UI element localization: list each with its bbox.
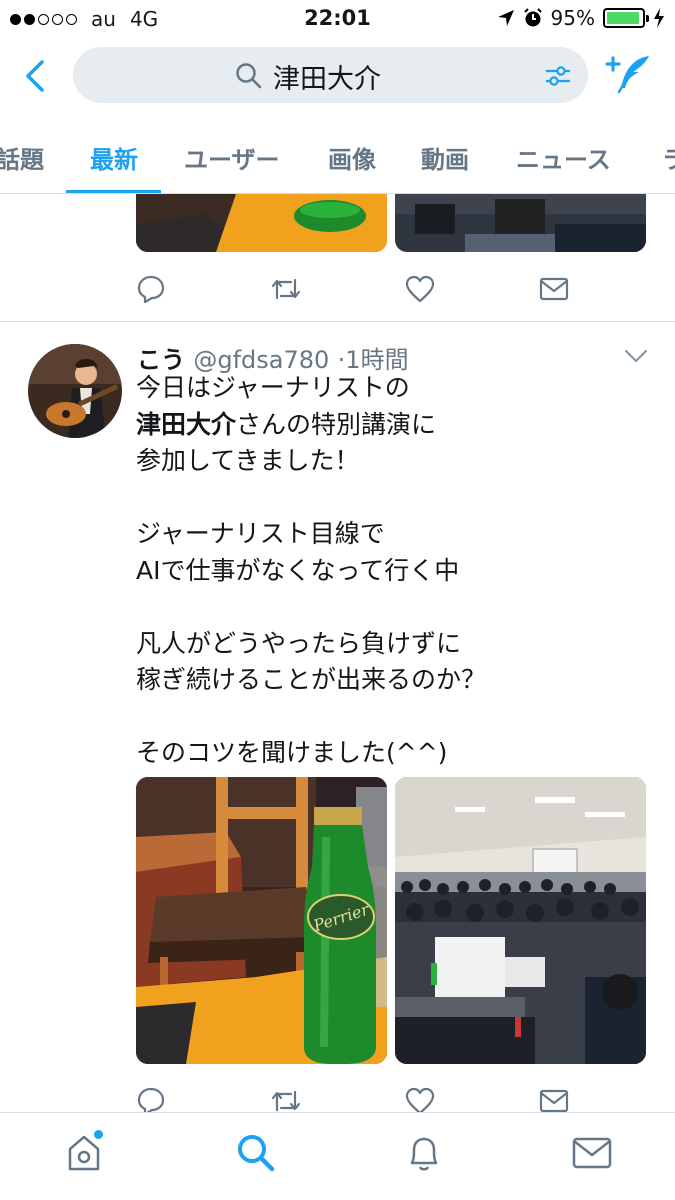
tweet-line: 今日はジャーナリストの bbox=[136, 373, 410, 402]
battery-icon bbox=[603, 8, 649, 28]
location-icon bbox=[497, 10, 514, 26]
search-term-highlight: 津田大介 bbox=[136, 409, 237, 439]
tweet-line: 凡人がどうやったら負けずに bbox=[136, 628, 462, 658]
chevron-down-icon[interactable] bbox=[623, 348, 649, 364]
alarm-icon bbox=[523, 8, 542, 27]
compose-icon[interactable] bbox=[605, 52, 653, 96]
heart-icon[interactable] bbox=[404, 274, 436, 304]
tweet-line: 稼ぎ続けることが出来るのか？ bbox=[136, 665, 487, 694]
tweet-line bbox=[136, 699, 636, 736]
chevron-left-icon[interactable] bbox=[18, 54, 54, 98]
tweet-line bbox=[136, 480, 636, 517]
tab-users[interactable]: ユーザー bbox=[184, 140, 280, 175]
tab-news[interactable]: ニュース bbox=[516, 140, 611, 175]
tweet-photo[interactable]: Perrier bbox=[136, 777, 387, 1064]
charging-icon bbox=[654, 8, 664, 28]
bell-icon[interactable] bbox=[402, 1131, 446, 1175]
tab-bar bbox=[0, 1112, 675, 1200]
tweet-line: 津田大介さんの特別講演に bbox=[136, 409, 437, 439]
battery-percent: 95% bbox=[550, 6, 595, 30]
tweet-line: ジャーナリスト目線で bbox=[136, 519, 385, 548]
tweet-photo[interactable] bbox=[395, 194, 646, 252]
tweet-photo[interactable] bbox=[395, 777, 646, 1064]
mail-icon[interactable] bbox=[538, 274, 570, 304]
search-tabs: 話題 最新 ユーザー 画像 動画 ニュース ラ bbox=[0, 114, 675, 194]
notification-dot bbox=[94, 1130, 103, 1139]
search-input[interactable]: 津田大介 bbox=[73, 47, 588, 103]
search-header: 津田大介 bbox=[0, 38, 675, 114]
tab-trending[interactable]: 話題 bbox=[0, 140, 44, 175]
retweet-icon[interactable] bbox=[269, 274, 303, 304]
tweet-line: そのコツを聞けました(^^) bbox=[136, 738, 448, 767]
tweet[interactable]: こう @gfdsa780 ·1時間 今日はジャーナリストの 津田大介さんの特別講演… bbox=[0, 322, 675, 1116]
tweet-previous[interactable] bbox=[0, 194, 675, 322]
tab-latest[interactable]: 最新 bbox=[90, 140, 138, 175]
search-icon bbox=[236, 63, 262, 89]
tweet-line bbox=[136, 589, 636, 626]
tab-more[interactable]: ラ bbox=[662, 140, 675, 175]
tab-videos[interactable]: 動画 bbox=[421, 140, 469, 175]
tweet-photo[interactable] bbox=[136, 194, 387, 252]
tab-images[interactable]: 画像 bbox=[328, 140, 376, 175]
search-query: 津田大介 bbox=[273, 64, 381, 95]
tweet-text: 今日はジャーナリストの 津田大介さんの特別講演に 参加してきました！ ジャーナリスト目… bbox=[136, 370, 636, 772]
filter-icon[interactable] bbox=[544, 62, 572, 90]
mail-icon[interactable] bbox=[570, 1131, 614, 1175]
avatar[interactable] bbox=[28, 344, 122, 438]
reply-icon[interactable] bbox=[136, 274, 166, 304]
tweet-line: AIで仕事がなくなって行く中 bbox=[136, 555, 460, 585]
tweet-line: 参加してきました！ bbox=[136, 446, 360, 475]
search-icon[interactable] bbox=[234, 1131, 278, 1175]
status-bar: au 4G 22:01 95% bbox=[0, 0, 675, 38]
